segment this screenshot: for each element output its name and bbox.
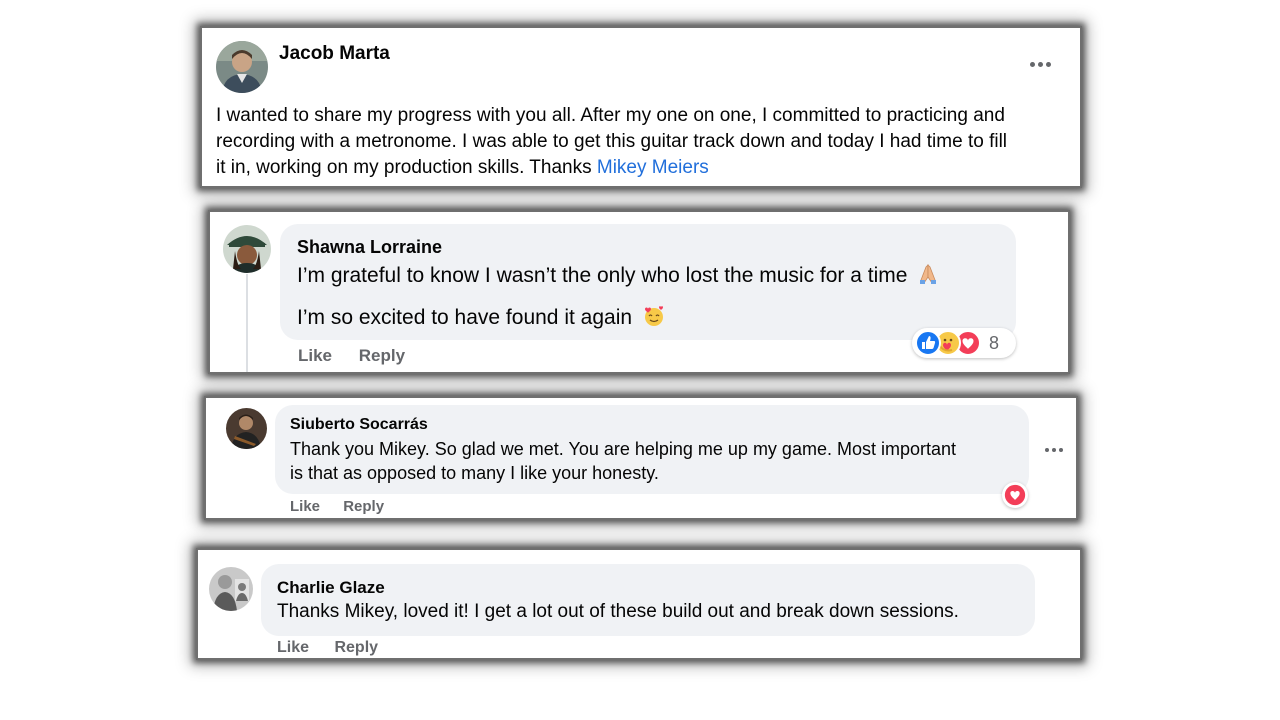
post-text-line-3-body: it in, working on my production skills. … [216, 157, 597, 178]
reply-button[interactable]: Reply [334, 639, 378, 657]
post-text-line-3: it in, working on my production skills. … [216, 157, 709, 179]
like-button[interactable]: Like [290, 498, 320, 515]
comment-text: I’m so excited to have found it again [297, 306, 633, 329]
post-card: Jacob Marta I wanted to share my progres… [200, 26, 1082, 188]
reply-button[interactable]: Reply [343, 498, 384, 515]
reactions-summary[interactable]: 8 [912, 328, 1016, 358]
comment-bubble [261, 564, 1035, 636]
post-text-line-1: I wanted to share my progress with you a… [216, 105, 1005, 126]
comment-text: I’m grateful to know I wasn’t the only w… [297, 264, 908, 287]
comment-text-line-1: Thanks Mikey, loved it! I get a lot out … [277, 601, 959, 622]
comment-author-name[interactable]: Shawna Lorraine [297, 237, 442, 258]
comment-card: Shawna Lorraine I’m grateful to know I w… [208, 210, 1070, 374]
more-options-icon[interactable] [1030, 62, 1051, 67]
love-icon [1004, 484, 1026, 511]
comment-card: Siuberto Socarrás Thank you Mikey. So gl… [204, 396, 1078, 520]
more-options-icon[interactable] [1045, 448, 1063, 452]
comment-author-name[interactable]: Siuberto Socarrás [290, 416, 428, 434]
comment-card: Charlie Glaze Thanks Mikey, loved it! I … [196, 548, 1082, 660]
like-icon [915, 330, 941, 356]
like-button[interactable]: Like [277, 639, 309, 657]
post-author-name[interactable]: Jacob Marta [279, 43, 390, 65]
reaction-count: 8 [989, 332, 1000, 353]
comment-text-line-2: is that as opposed to many I like your h… [290, 463, 659, 483]
avatar[interactable] [226, 408, 267, 449]
thread-line [246, 274, 248, 372]
comment-text-line-2: I’m so excited to have found it again [297, 304, 666, 334]
reply-button[interactable]: Reply [359, 346, 405, 366]
like-button[interactable]: Like [298, 346, 332, 366]
comment-actions: Like Reply [298, 346, 405, 366]
smiling-face-with-hearts-emoji-icon [642, 304, 666, 334]
praying-hands-emoji-icon [917, 263, 939, 291]
avatar[interactable] [223, 225, 271, 273]
comment-text-line-1: Thank you Mikey. So glad we met. You are… [290, 439, 956, 459]
reactions-summary[interactable] [1002, 482, 1028, 508]
avatar[interactable] [216, 41, 268, 93]
comment-text-line-1: I’m grateful to know I wasn’t the only w… [297, 263, 939, 291]
comment-author-name[interactable]: Charlie Glaze [277, 578, 385, 598]
comment-actions: Like Reply [277, 639, 378, 657]
comment-actions: Like Reply [290, 498, 384, 515]
mention-link[interactable]: Mikey Meiers [597, 157, 709, 178]
post-text-line-2: recording with a metronome. I was able t… [216, 131, 1008, 152]
avatar[interactable] [209, 567, 253, 611]
